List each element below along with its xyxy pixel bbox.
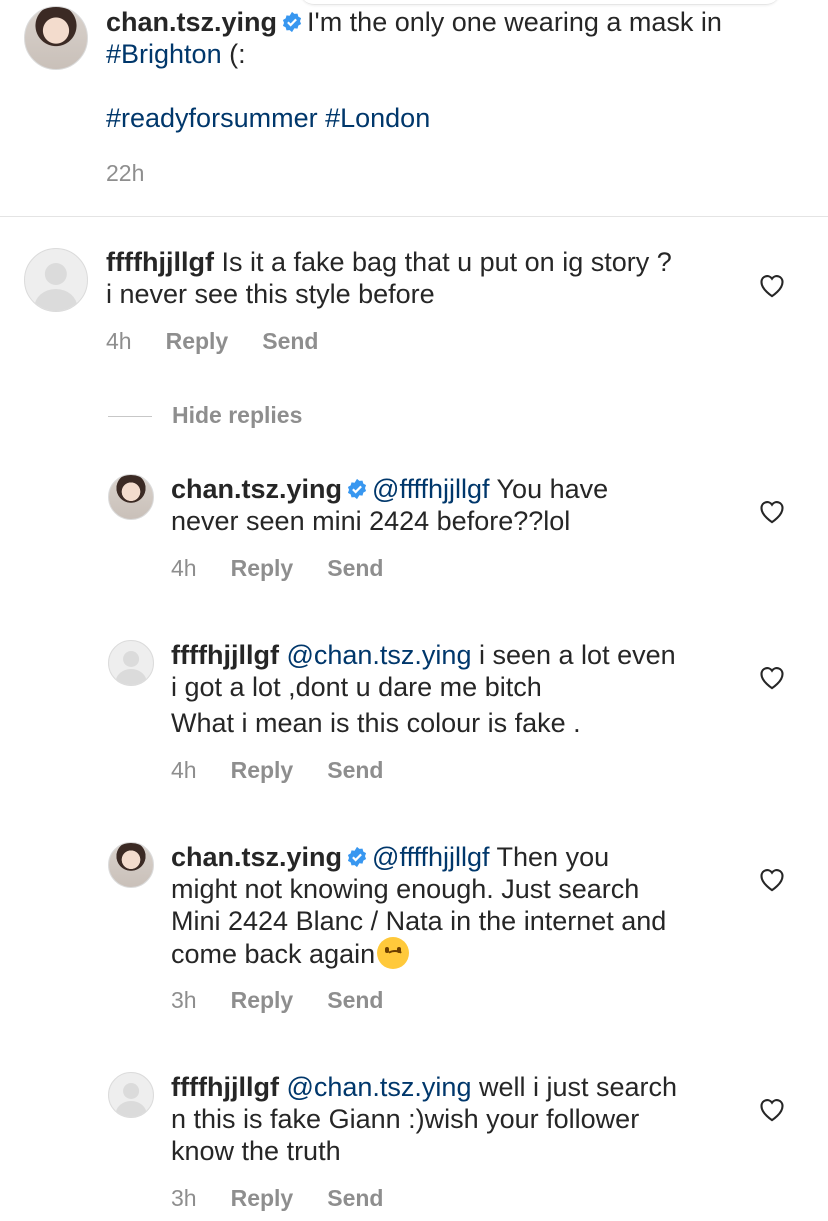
hashtag-link[interactable]: #readyforsummer <box>106 103 318 133</box>
send-button[interactable]: Send <box>327 555 383 582</box>
reply-line: What i mean is this colour is fake . <box>171 708 581 738</box>
reply-line: i got a lot ,dont u dare me bitch <box>171 672 542 702</box>
comment-meta: 4h Reply Send <box>106 328 318 355</box>
username[interactable]: ffffhjjllgf <box>171 640 279 670</box>
timestamp: 4h <box>106 328 132 354</box>
username[interactable]: chan.tsz.ying <box>171 474 342 504</box>
reply-meta: 4h Reply Send <box>171 757 383 784</box>
reply-button[interactable]: Reply <box>231 555 294 582</box>
reply-text: ffffhjjllgf @chan.tsz.ying well i just s… <box>171 1071 741 1167</box>
username[interactable]: ffffhjjllgf <box>171 1072 279 1102</box>
verified-badge-icon <box>282 11 302 33</box>
comment-text: ffffhjjllgf Is it a fake bag that u put … <box>106 246 746 310</box>
send-button[interactable]: Send <box>327 1185 383 1212</box>
timestamp: 22h <box>106 160 145 186</box>
mention-link[interactable]: @chan.tsz.ying <box>286 1072 471 1102</box>
hashtag-link[interactable]: #London <box>325 103 430 133</box>
post-meta: 22h <box>106 160 144 187</box>
reply-text: ffffhjjllgf @chan.tsz.ying i seen a lot … <box>171 639 741 739</box>
reply-text: chan.tsz.ying @ffffhjjllgf You have never… <box>171 473 741 537</box>
username[interactable]: chan.tsz.ying <box>171 842 342 872</box>
send-button[interactable]: Send <box>327 987 383 1014</box>
like-heart-icon[interactable] <box>758 1096 786 1122</box>
reply-meta: 4h Reply Send <box>171 555 383 582</box>
reply-line: Mini 2424 Blanc / Nata in the internet a… <box>171 906 667 936</box>
avatar[interactable] <box>108 640 154 686</box>
verified-badge-icon <box>347 846 367 868</box>
reply-meta: 3h Reply Send <box>171 987 383 1014</box>
mention-link[interactable]: @ffffhjjllgf <box>372 474 489 504</box>
verified-badge-icon <box>347 478 367 500</box>
comment-line: i never see this style before <box>106 279 435 309</box>
hide-replies-line <box>108 416 152 418</box>
caption-end: (: <box>229 39 246 69</box>
reply-button[interactable]: Reply <box>166 328 229 355</box>
reply-button[interactable]: Reply <box>231 987 294 1014</box>
reply-meta: 3h Reply Send <box>171 1185 383 1212</box>
like-heart-icon[interactable] <box>758 498 786 524</box>
username[interactable]: chan.tsz.ying <box>106 7 277 37</box>
reply-button[interactable]: Reply <box>231 1185 294 1212</box>
hide-replies-button[interactable]: Hide replies <box>108 402 302 429</box>
reply-line: Then you <box>496 842 610 872</box>
avatar[interactable] <box>24 6 88 70</box>
timestamp: 4h <box>171 555 197 581</box>
top-sheet-edge <box>300 0 780 5</box>
timestamp: 4h <box>171 757 197 783</box>
reply-line: You have <box>496 474 609 504</box>
reply-line: i seen a lot even <box>478 640 676 670</box>
reply-button[interactable]: Reply <box>231 757 294 784</box>
caption-line1: I'm the only one wearing a mask in <box>307 7 722 37</box>
mention-link[interactable]: @chan.tsz.ying <box>286 640 471 670</box>
reply-line: n this is fake Giann :)wish your followe… <box>171 1104 640 1134</box>
reply-line: come back again <box>171 939 376 969</box>
reply-line: never seen mini 2424 before??lol <box>171 506 571 536</box>
divider <box>0 216 828 217</box>
reply-line: might not knowing enough. Just search <box>171 874 640 904</box>
hide-replies-label: Hide replies <box>172 402 303 428</box>
avatar[interactable] <box>108 842 154 888</box>
avatar[interactable] <box>24 248 88 312</box>
caption-text: chan.tsz.ying I'm the only one wearing a … <box>106 6 786 134</box>
upside-down-face-emoji-icon <box>377 937 410 969</box>
timestamp: 3h <box>171 987 197 1013</box>
reply-text: chan.tsz.ying @ffffhjjllgf Then you might… <box>171 841 741 970</box>
like-heart-icon[interactable] <box>758 272 786 298</box>
send-button[interactable]: Send <box>327 757 383 784</box>
username[interactable]: ffffhjjllgf <box>106 247 214 277</box>
timestamp: 3h <box>171 1185 197 1211</box>
reply-line: know the truth <box>171 1136 341 1166</box>
comment-line: Is it a fake bag that u put on ig story … <box>221 247 672 277</box>
avatar[interactable] <box>108 474 154 520</box>
send-button[interactable]: Send <box>262 328 318 355</box>
like-heart-icon[interactable] <box>758 866 786 892</box>
avatar[interactable] <box>108 1072 154 1118</box>
mention-link[interactable]: @ffffhjjllgf <box>372 842 489 872</box>
hashtag-link[interactable]: #Brighton <box>106 39 222 69</box>
like-heart-icon[interactable] <box>758 664 786 690</box>
reply-line: well i just search <box>478 1072 678 1102</box>
